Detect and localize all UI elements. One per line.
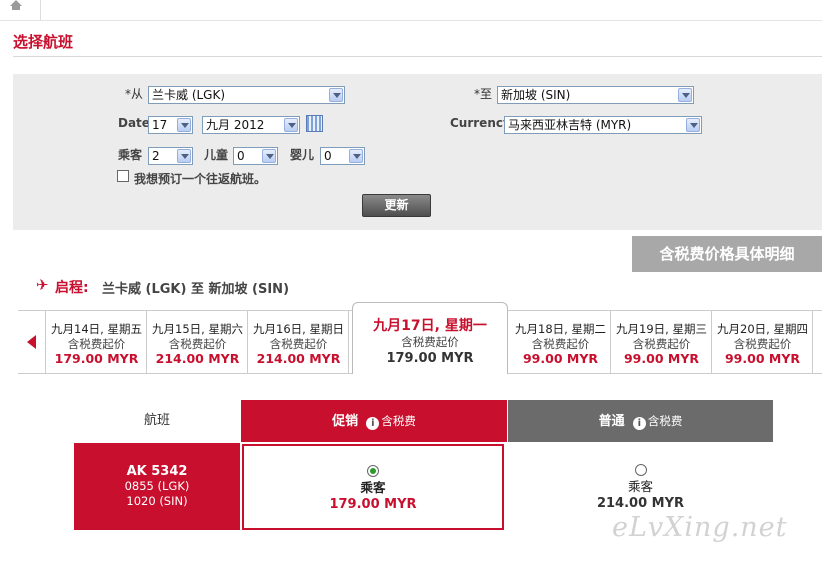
children-value: 0: [237, 149, 245, 163]
route-text: 兰卡威 (LGK) 至 新加坡 (SIN): [102, 278, 289, 297]
to-select[interactable]: 新加坡 (SIN): [497, 86, 694, 104]
route-to-word: 至: [190, 282, 204, 297]
date-tab-sub: 含税费起价: [733, 337, 792, 351]
date-month-value: 九月 2012: [206, 118, 265, 132]
infants-label: 婴儿: [290, 148, 315, 162]
chevron-down-icon[interactable]: [177, 118, 191, 132]
promo-column-header: 促销 i 含税费: [241, 400, 507, 442]
arrive-time: 1020 (SIN): [126, 494, 188, 508]
date-tab-price: 179.00 MYR: [54, 351, 139, 366]
passengers-label: 乘客: [118, 148, 143, 162]
chevron-down-icon[interactable]: [329, 88, 343, 102]
depart-label: 启程:: [55, 280, 89, 296]
date-tab[interactable]: 九月18日, 星期二 含税费起价 99.00 MYR: [511, 311, 611, 373]
currency-label: Currency: [450, 116, 511, 130]
route-from: 兰卡威 (LGK): [102, 282, 187, 297]
page-title: 选择航班: [13, 33, 74, 51]
date-tab-sub: 含税费起价: [531, 337, 590, 351]
date-tab-sub: 含税费起价: [67, 337, 126, 351]
date-tab-date: 九月20日, 星期四: [717, 322, 808, 336]
date-tab-sub: 含税费起价: [632, 337, 691, 351]
std-fare-price: 214.00 MYR: [596, 496, 685, 511]
promo-fare-radio[interactable]: [367, 465, 379, 477]
depart-time: 0855 (LGK): [124, 479, 190, 493]
to-label: *至: [474, 87, 493, 101]
return-checkbox-label: 我想预订一个往返航班。: [134, 172, 267, 186]
flight-info-cell: AK 5342 0855 (LGK) 1020 (SIN): [74, 443, 240, 530]
date-label: Date: [118, 116, 150, 130]
passengers-select[interactable]: 2: [148, 147, 193, 165]
infants-value: 0: [324, 149, 332, 163]
home-button[interactable]: [0, 0, 41, 20]
passengers-value: 2: [152, 149, 160, 163]
date-tab-selected[interactable]: 九月17日, 星期一 含税费起价 179.00 MYR: [352, 302, 508, 374]
home-icon: [10, 0, 22, 10]
chevron-down-icon[interactable]: [349, 149, 363, 163]
date-tab[interactable]: 九月19日, 星期三 含税费起价 99.00 MYR: [612, 311, 712, 373]
std-pax-label: 乘客: [627, 479, 653, 494]
from-select-value: 兰卡威 (LGK): [152, 88, 226, 102]
date-tab-sub: 含税费起价: [168, 337, 227, 351]
date-day-value: 17: [152, 118, 168, 132]
plane-icon: ✈: [36, 276, 49, 294]
date-tab-price: 99.00 MYR: [623, 351, 699, 366]
currency-select[interactable]: 马来西亚林吉特 (MYR): [504, 116, 702, 134]
date-tab-date: 九月15日, 星期六: [152, 322, 243, 336]
calendar-icon[interactable]: [306, 115, 323, 132]
date-tab-date: 九月18日, 星期二: [515, 322, 606, 336]
chevron-down-icon[interactable]: [678, 88, 692, 102]
from-select[interactable]: 兰卡威 (LGK): [148, 86, 345, 104]
promo-fare-cell[interactable]: 乘客 179.00 MYR: [242, 444, 504, 530]
date-tab[interactable]: 九月20日, 星期四 含税费起价 99.00 MYR: [713, 311, 813, 373]
date-tab-price: 99.00 MYR: [522, 351, 598, 366]
standard-column-header: 普通 i 含税费: [508, 400, 773, 442]
top-bar: [0, 0, 822, 22]
std-tax-note: 含税费: [647, 414, 683, 428]
children-label: 儿童: [204, 148, 229, 162]
date-tab-date: 九月14日, 星期五: [51, 322, 142, 336]
date-tab-price: 99.00 MYR: [724, 351, 800, 366]
prev-dates-arrow-icon[interactable]: [18, 310, 46, 374]
from-label: *从: [125, 87, 144, 101]
children-select[interactable]: 0: [233, 147, 278, 165]
info-icon[interactable]: i: [632, 417, 646, 430]
update-button[interactable]: 更新: [362, 194, 431, 217]
date-tab-price: 214.00 MYR: [256, 351, 341, 366]
return-checkbox[interactable]: [117, 170, 129, 182]
promo-fare-price: 179.00 MYR: [329, 497, 417, 512]
currency-value: 马来西亚林吉特 (MYR): [508, 118, 632, 132]
date-tab-date: 九月16日, 星期日: [253, 322, 344, 336]
title-divider: [13, 56, 822, 57]
date-tab-price: 179.00 MYR: [386, 351, 474, 366]
date-tab-date: 九月19日, 星期三: [616, 322, 707, 336]
to-select-value: 新加坡 (SIN): [501, 88, 571, 102]
date-tab-price: 214.00 MYR: [155, 351, 240, 366]
chevron-down-icon[interactable]: [177, 149, 191, 163]
date-day-select[interactable]: 17: [148, 116, 193, 134]
standard-fare-radio[interactable]: [634, 464, 647, 476]
info-icon[interactable]: i: [366, 417, 380, 430]
promo-pax-label: 乘客: [360, 480, 386, 495]
date-tab[interactable]: 九月14日, 星期五 含税费起价 179.00 MYR: [47, 311, 147, 373]
date-tab-sub: 含税费起价: [401, 335, 459, 349]
std-header-label: 普通: [598, 414, 625, 429]
route-to: 新加坡 (SIN): [208, 282, 290, 297]
promo-header-label: 促销: [332, 414, 359, 429]
infants-select[interactable]: 0: [320, 147, 365, 165]
date-month-select[interactable]: 九月 2012: [202, 116, 300, 134]
watermark: eLvXing.net: [612, 512, 788, 543]
flight-number: AK 5342: [126, 464, 188, 479]
date-tab-sub: 含税费起价: [269, 337, 328, 351]
tax-detail-button[interactable]: 含税费价格具体明细: [632, 236, 822, 272]
chevron-down-icon[interactable]: [262, 149, 276, 163]
top-divider: [0, 20, 822, 21]
date-tab[interactable]: 九月15日, 星期六 含税费起价 214.00 MYR: [148, 311, 248, 373]
chevron-down-icon[interactable]: [686, 118, 700, 132]
promo-tax-note: 含税费: [381, 414, 416, 428]
chevron-down-icon[interactable]: [284, 118, 298, 132]
flight-column-header: 航班: [143, 413, 170, 428]
date-tab[interactable]: 九月16日, 星期日 含税费起价 214.00 MYR: [249, 311, 349, 373]
date-tab-date: 九月17日, 星期一: [373, 318, 487, 334]
